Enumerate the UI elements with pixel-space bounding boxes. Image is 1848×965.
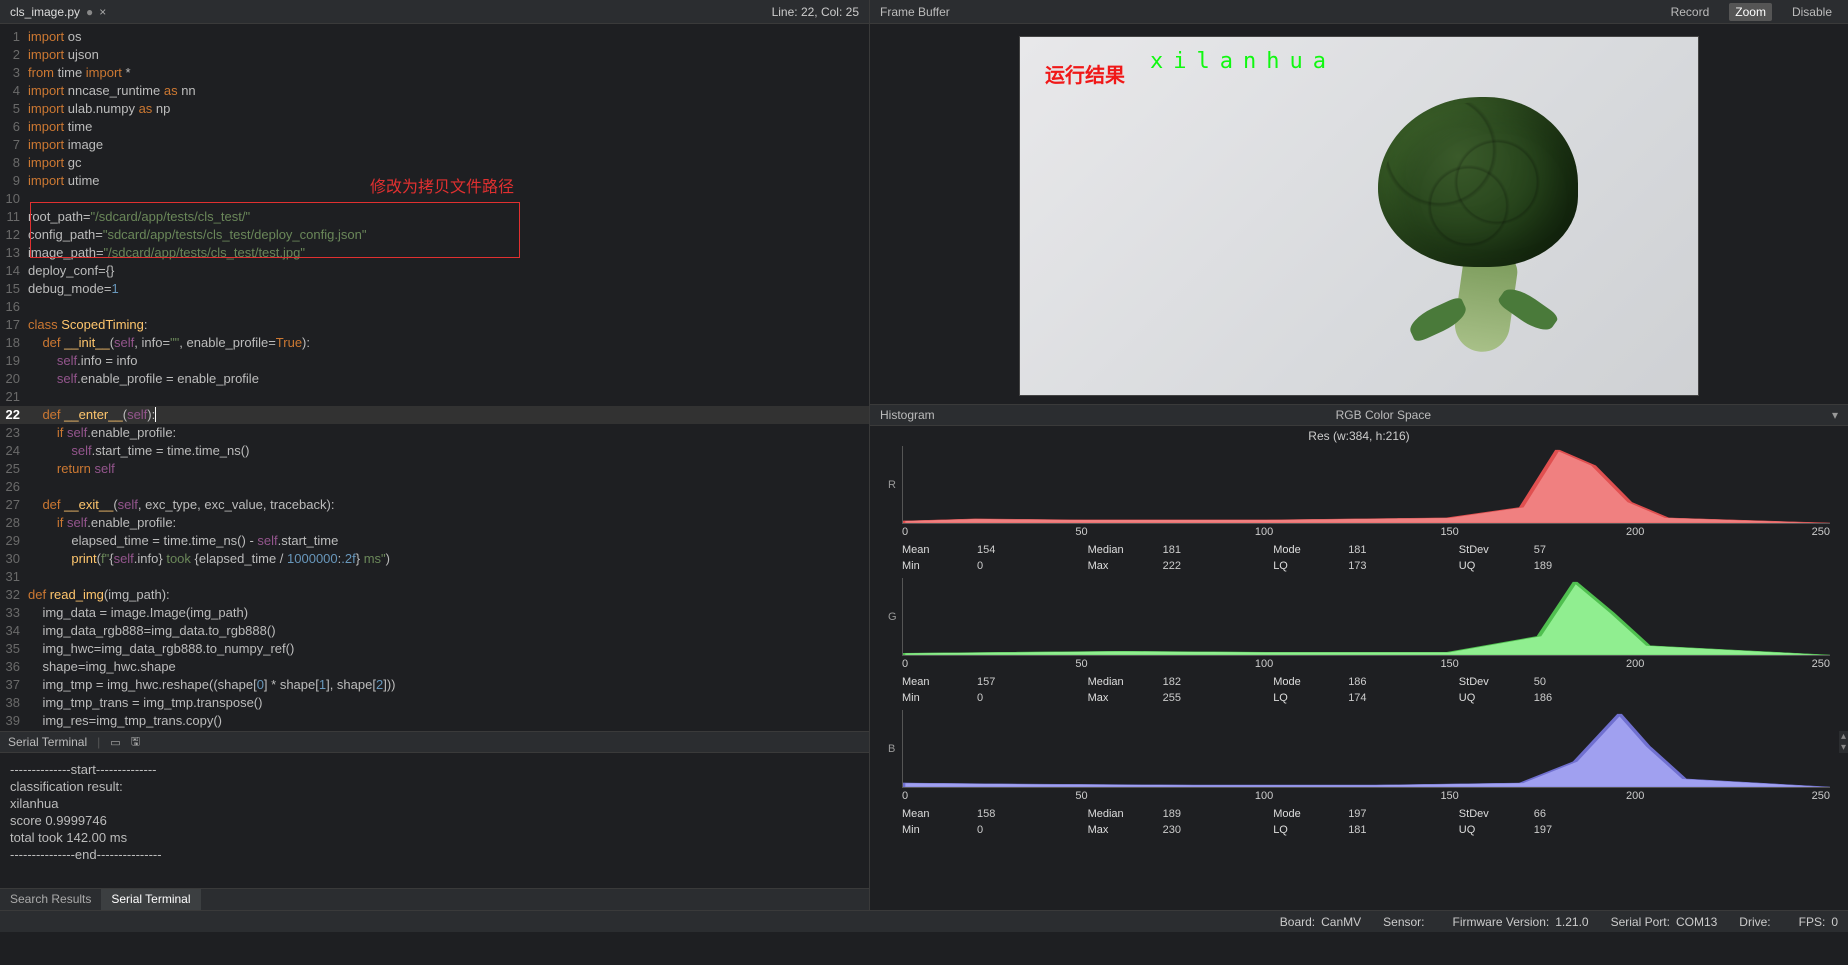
- histogram-channel-g: G050100150200250Mean157Median182Mode186S…: [870, 578, 1848, 706]
- code-line[interactable]: 33 img_data = image.Image(img_path): [0, 604, 869, 622]
- tab-filename: cls_image.py: [10, 5, 80, 19]
- code-line[interactable]: 34 img_data_rgb888=img_data.to_rgb888(): [0, 622, 869, 640]
- code-line[interactable]: 3from time import *: [0, 64, 869, 82]
- zoom-button[interactable]: Zoom: [1729, 3, 1772, 21]
- status-serial-port[interactable]: Serial Port:COM13: [1611, 915, 1718, 929]
- dropdown-icon[interactable]: ▾: [1832, 408, 1838, 422]
- code-line[interactable]: 40 img_return=img_res.reshape((shape[2],…: [0, 730, 869, 731]
- overlay-class-label: xilanhua: [1150, 49, 1336, 74]
- status-sensor[interactable]: Sensor:: [1383, 915, 1430, 929]
- code-line[interactable]: 30 print(f"{self.info} took {elapsed_tim…: [0, 550, 869, 568]
- code-line[interactable]: 1import os: [0, 28, 869, 46]
- disable-button[interactable]: Disable: [1786, 3, 1838, 21]
- resolution-label: Res (w:384, h:216): [870, 426, 1848, 446]
- code-line[interactable]: 36 shape=img_hwc.shape: [0, 658, 869, 676]
- frame-buffer-header: Frame Buffer Record Zoom Disable: [870, 0, 1848, 24]
- modified-dot-icon: ●: [86, 5, 93, 19]
- terminal-header: Serial Terminal | ▭ 🖫 ▴▾: [0, 731, 869, 753]
- divider: |: [97, 735, 100, 749]
- status-board[interactable]: Board:CanMV: [1280, 915, 1361, 929]
- code-line[interactable]: 16: [0, 298, 869, 316]
- code-line[interactable]: 15debug_mode=1: [0, 280, 869, 298]
- code-editor[interactable]: 修改为拷贝文件路径 1import os2import ujson3from t…: [0, 24, 869, 731]
- frame-buffer-title: Frame Buffer: [880, 5, 950, 19]
- code-line[interactable]: 21: [0, 388, 869, 406]
- frame-buffer-viewport[interactable]: 运行结果 xilanhua: [870, 24, 1848, 404]
- bottom-tab-bar: Search Results Serial Terminal: [0, 888, 869, 910]
- code-line[interactable]: 6import time: [0, 118, 869, 136]
- code-line[interactable]: 23 if self.enable_profile:: [0, 424, 869, 442]
- code-line[interactable]: 26: [0, 478, 869, 496]
- file-tab[interactable]: cls_image.py ● ×: [0, 2, 116, 22]
- overlay-result-label: 运行结果: [1045, 59, 1125, 88]
- layout-icon[interactable]: ▭: [110, 736, 120, 749]
- status-bar: Board:CanMV Sensor: Firmware Version:1.2…: [0, 910, 1848, 932]
- tab-serial-terminal[interactable]: Serial Terminal: [101, 889, 200, 910]
- code-line[interactable]: 38 img_tmp_trans = img_tmp.transpose(): [0, 694, 869, 712]
- status-drive[interactable]: Drive:: [1739, 915, 1776, 929]
- serial-terminal-output[interactable]: --------------start--------------classif…: [0, 753, 869, 888]
- color-space-label[interactable]: RGB Color Space: [935, 408, 1832, 422]
- tab-search-results[interactable]: Search Results: [0, 889, 101, 910]
- editor-tab-bar: cls_image.py ● × Line: 22, Col: 25: [0, 0, 869, 24]
- terminal-title: Serial Terminal: [8, 735, 87, 749]
- panel-collapse-icons[interactable]: ▴▾: [1839, 731, 1848, 753]
- code-line[interactable]: 4import nncase_runtime as nn: [0, 82, 869, 100]
- code-line[interactable]: 17class ScopedTiming:: [0, 316, 869, 334]
- code-line[interactable]: 5import ulab.numpy as np: [0, 100, 869, 118]
- code-line[interactable]: 25 return self: [0, 460, 869, 478]
- code-line[interactable]: 32def read_img(img_path):: [0, 586, 869, 604]
- histogram-header: Histogram RGB Color Space ▾: [870, 404, 1848, 426]
- code-line[interactable]: 7import image: [0, 136, 869, 154]
- histogram-channel-b: B050100150200250Mean158Median189Mode197S…: [870, 710, 1848, 838]
- code-line[interactable]: 19 self.info = info: [0, 352, 869, 370]
- annotation-text: 修改为拷贝文件路径: [370, 179, 514, 197]
- record-button[interactable]: Record: [1665, 3, 1716, 21]
- cursor-position: Line: 22, Col: 25: [762, 2, 869, 22]
- code-line[interactable]: 12config_path="sdcard/app/tests/cls_test…: [0, 226, 869, 244]
- status-firmware[interactable]: Firmware Version:1.21.0: [1453, 915, 1589, 929]
- histogram-channel-r: R050100150200250Mean154Median181Mode181S…: [870, 446, 1848, 574]
- histogram-title: Histogram: [880, 408, 935, 422]
- code-line[interactable]: 8import gc: [0, 154, 869, 172]
- histogram-panel: R050100150200250Mean154Median181Mode181S…: [870, 446, 1848, 910]
- code-line[interactable]: 37 img_tmp = img_hwc.reshape((shape[0] *…: [0, 676, 869, 694]
- code-line[interactable]: 2import ujson: [0, 46, 869, 64]
- code-line[interactable]: 13image_path="/sdcard/app/tests/cls_test…: [0, 244, 869, 262]
- code-line[interactable]: 29 elapsed_time = time.time_ns() - self.…: [0, 532, 869, 550]
- close-tab-icon[interactable]: ×: [99, 5, 106, 19]
- code-line[interactable]: 18 def __init__(self, info="", enable_pr…: [0, 334, 869, 352]
- camera-frame: 运行结果 xilanhua: [1019, 36, 1699, 396]
- save-icon[interactable]: 🖫: [131, 733, 140, 752]
- code-line[interactable]: 14deploy_conf={}: [0, 262, 869, 280]
- code-line[interactable]: 24 self.start_time = time.time_ns(): [0, 442, 869, 460]
- code-line[interactable]: 39 img_res=img_tmp_trans.copy(): [0, 712, 869, 730]
- status-fps: FPS:0: [1799, 915, 1838, 929]
- code-line[interactable]: 20 self.enable_profile = enable_profile: [0, 370, 869, 388]
- broccoli-image: [1338, 77, 1618, 357]
- code-line[interactable]: 11root_path="/sdcard/app/tests/cls_test/…: [0, 208, 869, 226]
- code-line[interactable]: 27 def __exit__(self, exc_type, exc_valu…: [0, 496, 869, 514]
- code-line[interactable]: 28 if self.enable_profile:: [0, 514, 869, 532]
- code-line[interactable]: 22 def __enter__(self):: [0, 406, 869, 424]
- code-line[interactable]: 31: [0, 568, 869, 586]
- code-line[interactable]: 35 img_hwc=img_data_rgb888.to_numpy_ref(…: [0, 640, 869, 658]
